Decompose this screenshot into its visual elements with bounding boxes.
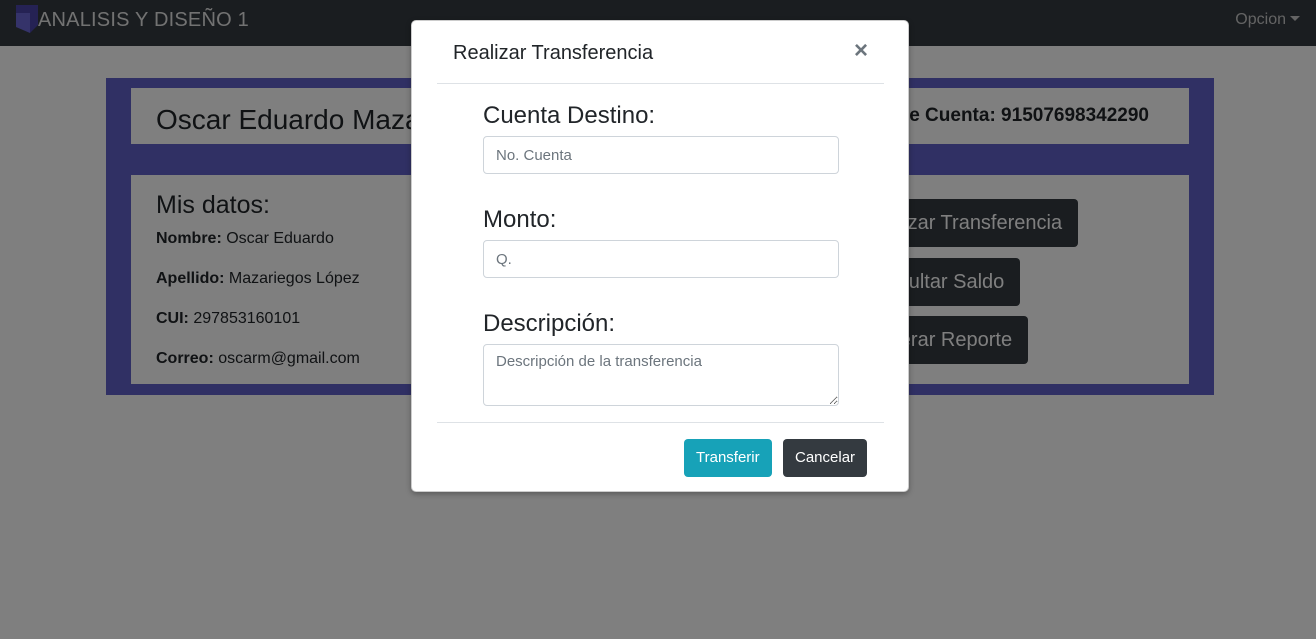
cancel-button[interactable]: Cancelar — [783, 439, 868, 477]
modal-header-divider — [437, 83, 884, 84]
transfer-submit-button[interactable]: Transferir — [684, 439, 772, 477]
amount-label: Monto: — [483, 206, 557, 233]
modal-title: Realizar Transferencia — [453, 42, 654, 64]
destination-label: Cuenta Destino: — [483, 102, 656, 129]
transfer-modal: Realizar Transferencia × Cuenta Destino:… — [411, 20, 909, 492]
close-icon[interactable]: × — [854, 39, 868, 63]
description-textarea[interactable] — [483, 344, 839, 406]
destination-account-input[interactable] — [483, 136, 839, 174]
modal-footer-divider — [437, 422, 884, 423]
amount-input[interactable] — [483, 240, 839, 278]
description-label: Descripción: — [483, 310, 616, 337]
